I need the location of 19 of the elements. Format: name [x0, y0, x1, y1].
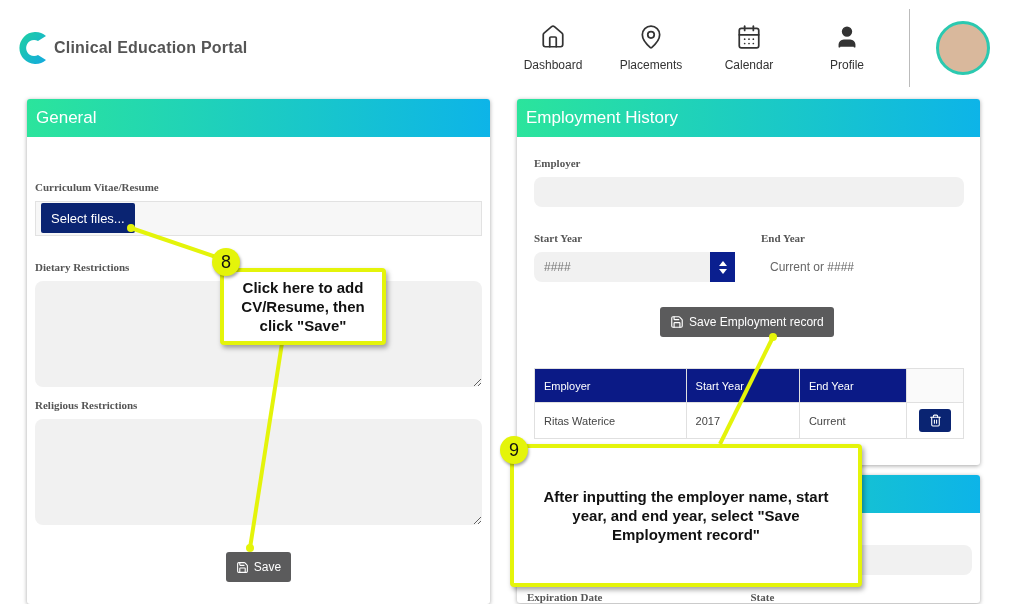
field-label: Religious Restrictions [35, 399, 138, 411]
table-cell: Ritas Waterice [534, 402, 687, 439]
column-header: Employer [534, 368, 687, 403]
table-cell: 2017 [686, 402, 800, 439]
card-header: General [27, 99, 490, 137]
table-cell: Current [799, 402, 907, 439]
field-label: Employer [534, 157, 581, 169]
field-label: Curriculum Vitae/Resume [35, 181, 159, 193]
portal-title: Clinical Education Portal [54, 38, 248, 57]
callout-tooltip: Click here to add CV/Resume, then click "Save" [220, 268, 386, 345]
column-header: Start Year [686, 368, 800, 403]
column-header: End Year [799, 368, 907, 403]
step-number-badge: 9 [500, 436, 528, 464]
field-label: State [750, 591, 775, 603]
card-header: Employment History [517, 99, 980, 137]
field-label: Start Year [534, 232, 584, 244]
field-label: End Year [761, 232, 806, 244]
field-label: Dietary Restrictions [35, 261, 130, 273]
field-label: Expiration Date [527, 591, 603, 603]
